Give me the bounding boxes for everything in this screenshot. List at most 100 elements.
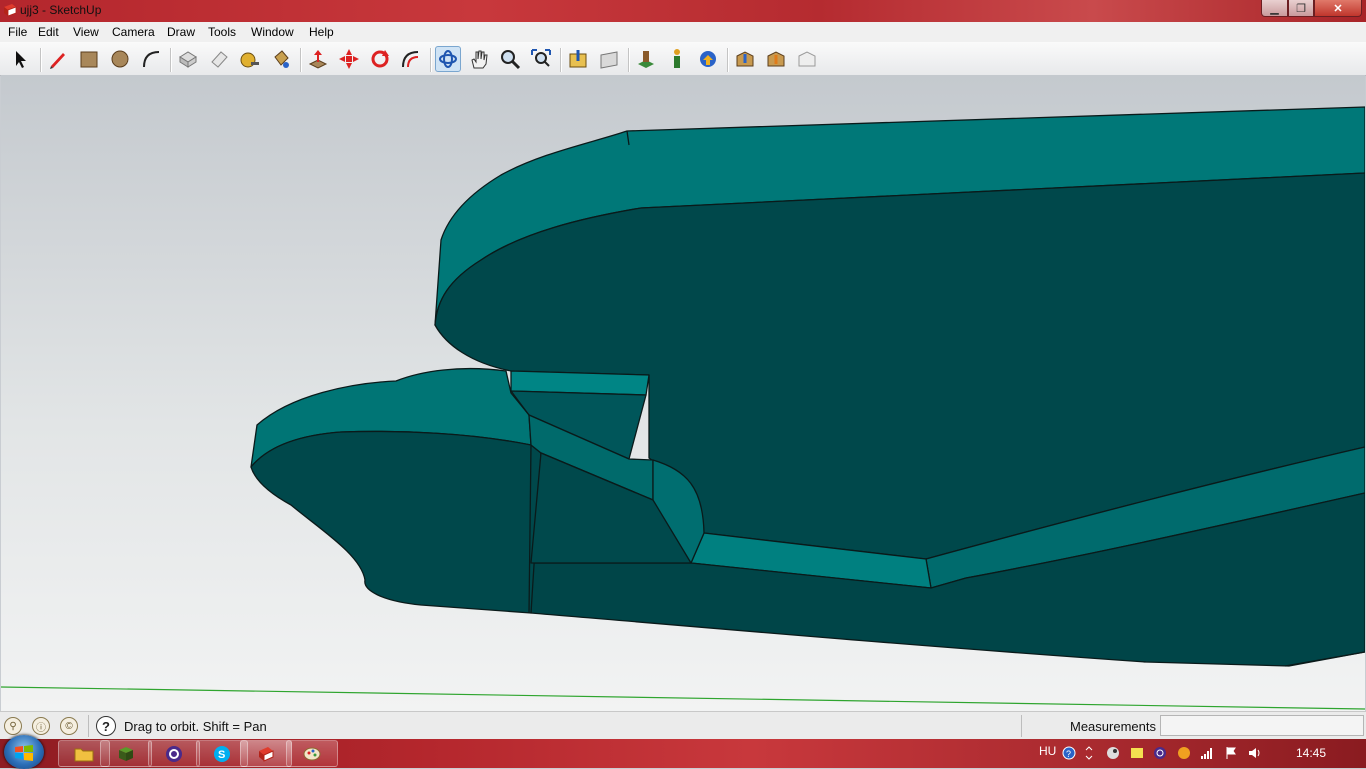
help-tray-icon[interactable]: ? (1062, 746, 1076, 760)
orbit-button[interactable] (435, 46, 461, 72)
extension-icon (798, 51, 816, 67)
model-viewport[interactable] (1, 75, 1365, 711)
windows-logo-icon (15, 745, 33, 761)
get-models-button[interactable] (565, 46, 591, 72)
volume-icon[interactable] (1248, 746, 1262, 760)
push-pull-button[interactable] (305, 46, 331, 72)
skype-icon: S (214, 745, 230, 762)
swirl-app-icon (166, 745, 182, 762)
copyright-icon[interactable]: © (60, 717, 78, 735)
paint-bucket-icon (274, 50, 289, 68)
tape-measure-button[interactable] (237, 46, 263, 72)
make-component-button[interactable] (175, 46, 201, 72)
rotate-button[interactable] (367, 46, 393, 72)
minimize-button[interactable]: ▁ (1261, 0, 1288, 17)
svg-text:?: ? (1066, 749, 1071, 759)
share-component-button[interactable] (763, 46, 789, 72)
menu-window[interactable]: Window (251, 25, 294, 39)
zoom-extents-button[interactable] (528, 46, 554, 72)
share-model-button[interactable] (596, 46, 622, 72)
title-bar: ujj3 - SketchUp ▁ ❐ ✕ (0, 0, 1366, 22)
toggle-terrain-button[interactable] (664, 46, 690, 72)
tape-measure-icon (240, 52, 259, 68)
menu-view[interactable]: View (73, 25, 99, 39)
steam-icon[interactable] (1106, 746, 1120, 760)
geo-location-icon[interactable]: ⚲ (4, 717, 22, 735)
credits-icon[interactable]: ⓘ (32, 717, 50, 735)
rotate-icon (371, 50, 389, 68)
get-models-icon (569, 50, 587, 68)
folder-icon (74, 748, 94, 761)
move-button[interactable] (336, 46, 362, 72)
circle-tool-button[interactable] (107, 46, 133, 72)
minimize-icon: ▁ (1270, 2, 1279, 15)
rectangle-tool-button[interactable] (76, 46, 102, 72)
add-location-icon (638, 51, 654, 68)
zoom-extents-icon (531, 49, 551, 67)
update-tray-icon[interactable] (1177, 746, 1191, 760)
magnifier-icon (501, 50, 521, 70)
taskbar-app-swirl[interactable] (148, 740, 200, 767)
circle-icon (111, 50, 129, 68)
measurements-input[interactable] (1160, 715, 1364, 736)
rectangle-icon (80, 51, 98, 68)
share-model-icon (600, 51, 618, 69)
windows-taskbar: S HU ? 14:45 (0, 735, 1366, 769)
close-icon: ✕ (1333, 2, 1343, 15)
clock-time[interactable]: 14:45 (1296, 746, 1326, 760)
start-button[interactable] (4, 735, 44, 769)
menu-help[interactable]: Help (309, 25, 334, 39)
arc-icon (143, 51, 160, 68)
action-center-flag-icon[interactable] (1224, 746, 1238, 760)
orbit-icon (439, 50, 457, 68)
offset-button[interactable] (398, 46, 424, 72)
status-hint-text: Drag to orbit. Shift = Pan (124, 719, 267, 734)
eraser-icon (211, 51, 228, 68)
tray-expand-icon[interactable] (1084, 746, 1094, 760)
taskbar-paint[interactable] (286, 740, 338, 767)
warehouse-get-icon (736, 51, 754, 67)
close-button[interactable]: ✕ (1314, 0, 1362, 17)
swirl-tray-icon[interactable] (1153, 746, 1167, 760)
extension-warehouse-button[interactable] (794, 46, 820, 72)
maximize-icon: ❐ (1296, 2, 1306, 15)
globe-icon (700, 51, 716, 67)
move-icon (339, 49, 359, 69)
svg-text:S: S (218, 749, 225, 761)
add-location-button[interactable] (633, 46, 659, 72)
paint-bucket-button[interactable] (268, 46, 294, 72)
help-icon[interactable]: ? (96, 716, 116, 736)
menu-tools[interactable]: Tools (208, 25, 236, 39)
get-components-button[interactable] (732, 46, 758, 72)
menu-edit[interactable]: Edit (38, 25, 59, 39)
menu-bar: File Edit View Camera Draw Tools Window … (0, 22, 1366, 42)
pan-button[interactable] (466, 46, 492, 72)
menu-camera[interactable]: Camera (112, 25, 155, 39)
select-tool-button[interactable] (7, 46, 33, 72)
eraser-button[interactable] (206, 46, 232, 72)
menu-file[interactable]: File (8, 25, 27, 39)
status-bar: ⚲ ⓘ © ? Drag to orbit. Shift = Pan Measu… (0, 711, 1366, 740)
sketchup-logo-icon (4, 4, 17, 17)
pencil-icon (50, 53, 65, 69)
zoom-button[interactable] (497, 46, 523, 72)
maximize-button[interactable]: ❐ (1288, 0, 1314, 17)
figure-icon (674, 49, 680, 68)
taskbar-sketchup[interactable] (240, 740, 292, 767)
warehouse-share-icon (767, 51, 785, 67)
push-pull-icon (308, 50, 328, 69)
paint-palette-icon (303, 747, 321, 760)
network-signal-icon[interactable] (1200, 746, 1214, 760)
measurements-label: Measurements (1070, 719, 1156, 734)
pencil-tool-button[interactable] (45, 46, 71, 72)
grass-block-icon (119, 746, 133, 761)
taskbar-minecraft[interactable] (100, 740, 152, 767)
menu-draw[interactable]: Draw (167, 25, 195, 39)
hand-icon (471, 50, 488, 69)
google-earth-button[interactable] (695, 46, 721, 72)
offset-icon (402, 51, 419, 68)
notes-icon[interactable] (1130, 746, 1144, 760)
language-indicator[interactable]: HU (1039, 744, 1056, 758)
arc-tool-button[interactable] (138, 46, 164, 72)
select-arrow-icon (16, 51, 26, 68)
